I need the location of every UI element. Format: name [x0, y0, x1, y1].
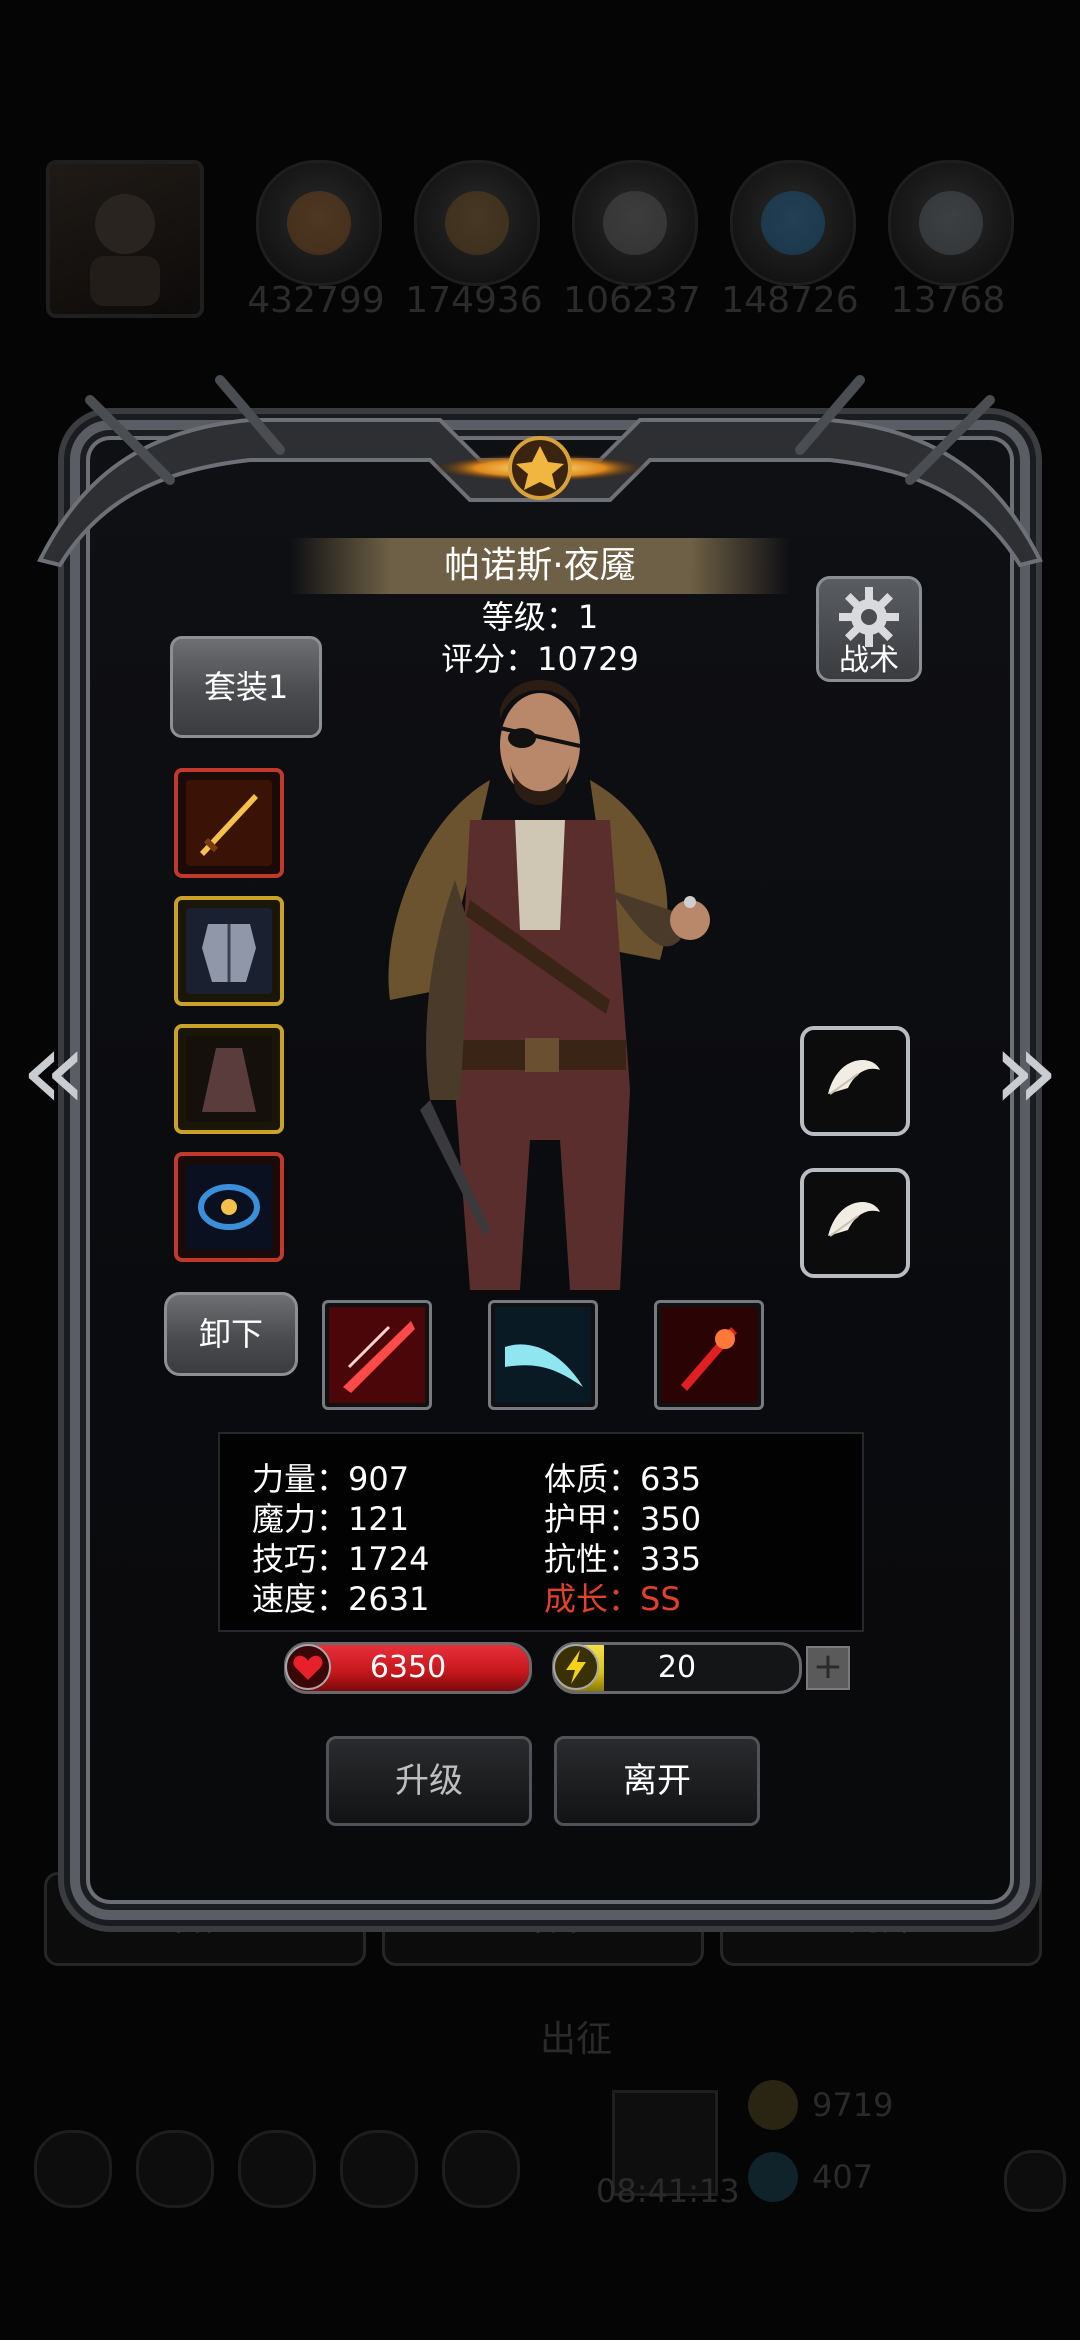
cloak-slot[interactable] [174, 1024, 284, 1134]
timer-text: 08:41:13 [596, 2172, 740, 2210]
heart-icon [285, 1644, 331, 1690]
white-feather-icon [828, 1202, 880, 1237]
skill-slot[interactable] [488, 1300, 598, 1410]
leave-button[interactable]: 离开 [554, 1736, 760, 1826]
crest-emblem-icon [432, 436, 648, 500]
resource-value: 148726 [721, 280, 859, 321]
iron-resource-icon [888, 160, 1014, 286]
add-currency-icon[interactable] [1004, 2150, 1066, 2212]
red-dagger-skill-icon [661, 1307, 757, 1403]
gem-icon [748, 2152, 798, 2202]
add-energy-button[interactable]: + [806, 1646, 850, 1690]
plate-armor-icon [186, 908, 272, 994]
wood-resource-icon [414, 160, 540, 286]
hero-level: 等级：1 [481, 598, 599, 636]
previous-hero-arrow-icon[interactable]: « [14, 1015, 94, 1125]
menu-icon[interactable] [340, 2130, 418, 2208]
ore-resource-icon [256, 160, 382, 286]
upgrade-button[interactable]: 升级 [326, 1736, 532, 1826]
flame-sword-icon [186, 780, 272, 866]
menu-icon[interactable] [34, 2130, 112, 2208]
tactics-button[interactable]: 战术 [816, 576, 922, 682]
stat-growth: 成长：SS [544, 1580, 681, 1618]
stats-panel: 力量：907 魔力：121 技巧：1724 速度：2631 体质：635 护甲：… [218, 1432, 864, 1632]
menu-icon[interactable] [238, 2130, 316, 2208]
white-feather-icon [828, 1060, 880, 1095]
charm-slot[interactable] [800, 1026, 910, 1136]
cyan-slash-skill-icon [495, 1307, 591, 1403]
resource-value: 174936 [405, 280, 543, 321]
stone-resource-icon [572, 160, 698, 286]
next-hero-arrow-icon[interactable]: » [986, 1015, 1066, 1125]
armor-slot[interactable] [174, 896, 284, 1006]
blue-amulet-icon [186, 1164, 272, 1250]
gold-coin-icon [748, 2080, 798, 2130]
hero-name: 帕诺斯·夜魇 [444, 545, 636, 586]
expedition-label: 出征 [540, 2019, 613, 2060]
tactics-label: 战术 [839, 643, 899, 678]
stat-speed: 速度：2631 [252, 1580, 430, 1618]
hero-portrait-thumbnail [46, 160, 204, 318]
crystal-resource-icon [730, 160, 856, 286]
weapon-slot[interactable] [174, 768, 284, 878]
skill-slot[interactable] [322, 1300, 432, 1410]
resource-value: 106237 [563, 280, 701, 321]
unequip-button[interactable]: 卸下 [164, 1292, 298, 1376]
resource-value: 432799 [247, 280, 385, 321]
set-button[interactable]: 套装1 [170, 636, 322, 738]
menu-icon[interactable] [442, 2130, 520, 2208]
menu-icon[interactable] [136, 2130, 214, 2208]
lightning-icon [553, 1644, 599, 1690]
resource-value: 13768 [890, 280, 1006, 321]
charm-slot[interactable] [800, 1168, 910, 1278]
gold-value: 9719 [812, 2086, 894, 2124]
skill-slot[interactable] [654, 1300, 764, 1410]
red-slash-skill-icon [329, 1307, 425, 1403]
gem-value: 407 [812, 2158, 874, 2196]
cloak-icon [186, 1036, 272, 1122]
amulet-slot[interactable] [174, 1152, 284, 1262]
